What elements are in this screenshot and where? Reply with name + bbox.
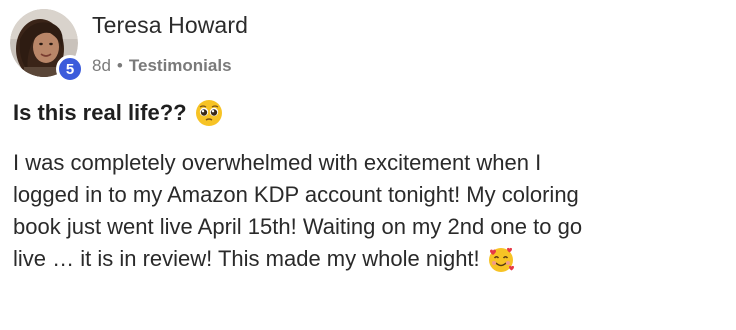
- post-title-text: Is this real life??: [13, 100, 187, 125]
- post-body: I was completely overwhelmed with excite…: [13, 147, 723, 275]
- post-body-line-text: live … it is in review! This made my who…: [13, 246, 480, 271]
- avatar-container[interactable]: 5: [10, 9, 84, 83]
- post-body-line: logged in to my Amazon KDP account tonig…: [13, 182, 579, 207]
- post-category[interactable]: Testimonials: [129, 56, 232, 76]
- level-number: 5: [65, 60, 75, 78]
- post-body-line: live … it is in review! This made my who…: [13, 243, 723, 275]
- pleading-face-icon: [195, 100, 222, 126]
- post-body-line: I was completely overwhelmed with excite…: [13, 150, 542, 175]
- post-time: 8d: [92, 56, 111, 75]
- post-body-line: book just went live April 15th! Waiting …: [13, 214, 583, 239]
- post-title: Is this real life??: [13, 99, 223, 127]
- smiling-face-with-hearts-icon: [488, 248, 514, 273]
- author-name[interactable]: Teresa Howard: [92, 12, 248, 39]
- meta-separator: •: [116, 56, 123, 75]
- community-post: 5 Teresa Howard 8d • Testimonials Is thi…: [0, 0, 736, 330]
- level-badge: 5: [56, 55, 84, 83]
- post-meta: 8d • Testimonials: [92, 56, 232, 76]
